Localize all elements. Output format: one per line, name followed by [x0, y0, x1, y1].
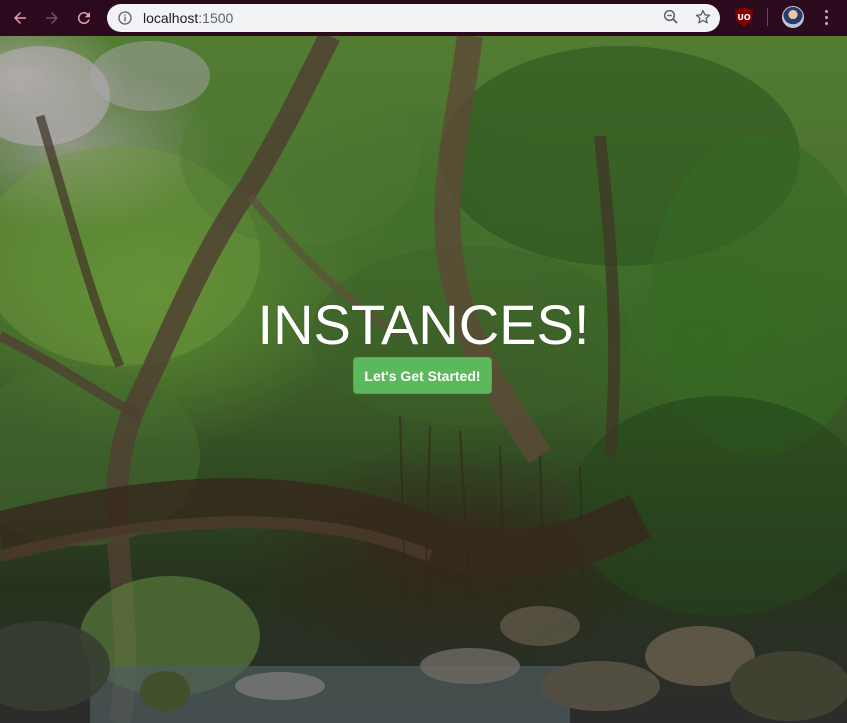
url-port: :1500 — [198, 10, 234, 26]
back-button[interactable] — [8, 6, 32, 30]
ublock-origin-icon[interactable]: UO — [735, 7, 753, 27]
arrow-right-icon — [46, 12, 58, 24]
get-started-button[interactable]: Let's Get Started! — [353, 357, 492, 394]
extension-label: UO — [737, 12, 751, 22]
arrow-left-icon — [14, 12, 26, 24]
zoom-out-icon[interactable] — [662, 8, 680, 26]
hero-section: INSTANCES! Let's Get Started! — [0, 36, 847, 723]
info-icon[interactable] — [117, 10, 133, 26]
hero-title: INSTANCES! — [257, 292, 590, 356]
address-bar[interactable]: localhost:1500 — [107, 4, 720, 32]
profile-avatar[interactable] — [782, 6, 804, 28]
reload-button[interactable] — [72, 6, 96, 30]
toolbar-separator — [767, 8, 768, 26]
star-icon[interactable] — [694, 8, 712, 26]
hero-content: INSTANCES! Let's Get Started! — [0, 36, 847, 723]
forward-button[interactable] — [40, 6, 64, 30]
browser-toolbar: localhost:1500 UO — [0, 0, 847, 36]
url-host: localhost — [143, 10, 199, 26]
url-text[interactable]: localhost:1500 — [143, 10, 233, 26]
kebab-menu-icon[interactable] — [818, 7, 834, 27]
reload-icon — [77, 12, 90, 25]
